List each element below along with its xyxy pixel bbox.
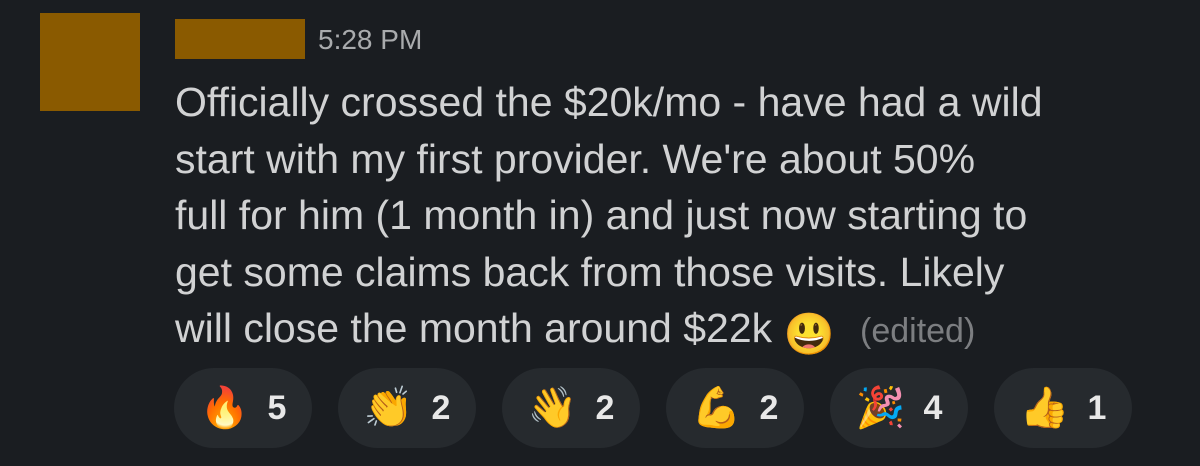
- message-line: start with my first provider. We're abou…: [175, 135, 976, 182]
- party-popper-icon: 🎉: [855, 386, 906, 430]
- clapping-hands-icon: 👏: [363, 386, 414, 430]
- reaction-wave[interactable]: 👋 2: [502, 368, 640, 448]
- timestamp[interactable]: 5:28 PM: [318, 24, 422, 56]
- edited-label: (edited): [860, 312, 976, 350]
- reactions-bar: 🔥 5 👏 2 👋 2 💪 2 🎉 4 👍 1: [174, 368, 1132, 448]
- message-line: get some claims back from those visits. …: [175, 248, 1005, 295]
- redacted-username[interactable]: [175, 19, 305, 59]
- reaction-muscle[interactable]: 💪 2: [666, 368, 804, 448]
- reaction-count: 5: [267, 388, 287, 427]
- reaction-count: 2: [431, 388, 451, 427]
- waving-hand-icon: 👋: [527, 386, 578, 430]
- reaction-count: 4: [923, 388, 943, 427]
- reaction-count: 2: [759, 388, 779, 427]
- flexed-biceps-icon: 💪: [691, 386, 742, 430]
- reaction-count: 1: [1087, 388, 1107, 427]
- message-line-last: will close the month around $22k 😃 (edit…: [175, 300, 1175, 363]
- avatar[interactable]: [40, 13, 140, 111]
- thumbs-up-icon: 👍: [1019, 386, 1070, 430]
- reaction-clap[interactable]: 👏 2: [338, 368, 476, 448]
- grinning-face-icon: 😃: [783, 311, 835, 357]
- reaction-fire[interactable]: 🔥 5: [174, 368, 312, 448]
- fire-icon: 🔥: [199, 386, 250, 430]
- message-line: Officially crossed the $20k/mo - have ha…: [175, 79, 1043, 125]
- message-line: full for him (1 month in) and just now s…: [175, 192, 1028, 238]
- reaction-thumbsup[interactable]: 👍 1: [994, 368, 1132, 448]
- reaction-count: 2: [595, 388, 615, 427]
- message-line: will close the month around $22k: [175, 305, 773, 351]
- message-body: Officially crossed the $20k/mo - have ha…: [175, 74, 1175, 363]
- reaction-party[interactable]: 🎉 4: [830, 368, 968, 448]
